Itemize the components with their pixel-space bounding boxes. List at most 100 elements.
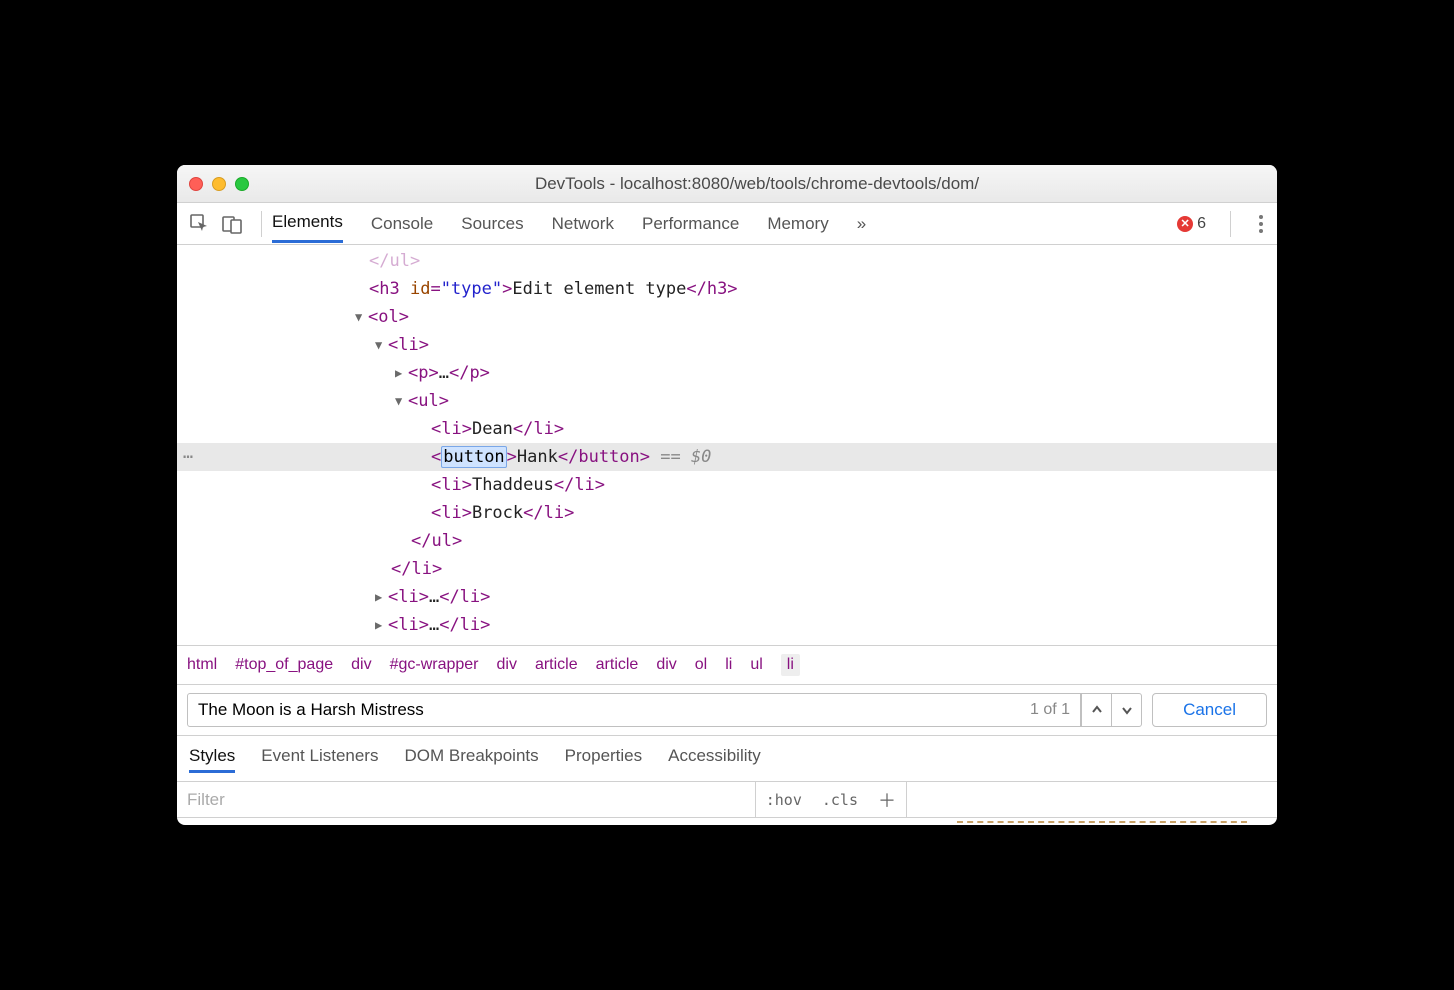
dom-text: Brock xyxy=(472,503,523,523)
dom-li-open[interactable]: <li> xyxy=(388,335,429,355)
subtab-styles[interactable]: Styles xyxy=(189,746,235,773)
breadcrumb-trail: html #top_of_page div #gc-wrapper div ar… xyxy=(177,645,1277,684)
dom-li-close: </li> xyxy=(439,615,490,635)
selected-node-indicator: == $0 xyxy=(650,447,711,467)
dom-text: Thaddeus xyxy=(472,475,554,495)
dom-closing-ul: </ul> xyxy=(369,251,420,271)
dom-li-open[interactable]: <li> xyxy=(431,419,472,439)
dom-ul-open[interactable]: <ul> xyxy=(408,391,449,411)
dom-h3-open[interactable]: <h3 xyxy=(369,279,410,299)
tab-performance[interactable]: Performance xyxy=(642,206,739,242)
styles-filter-input[interactable] xyxy=(177,782,755,817)
dom-selected-row[interactable]: ⋯<button>Hank</button> == $0 xyxy=(177,443,1277,471)
settings-menu-icon[interactable] xyxy=(1255,211,1267,237)
dom-li-close: </li> xyxy=(523,503,574,523)
breadcrumb-item[interactable]: div xyxy=(497,656,517,674)
toolbar-separator xyxy=(261,211,262,237)
tabs-overflow-icon[interactable]: » xyxy=(857,206,866,242)
expand-toggle-icon[interactable]: ▼ xyxy=(375,331,386,359)
expand-toggle-icon[interactable]: ▼ xyxy=(395,387,406,415)
breadcrumb-item[interactable]: #top_of_page xyxy=(235,656,333,674)
dom-li-open[interactable]: <li> xyxy=(388,587,429,607)
tab-console[interactable]: Console xyxy=(371,206,433,242)
search-match-count: 1 of 1 xyxy=(1020,694,1081,726)
breadcrumb-item[interactable]: html xyxy=(187,656,217,674)
search-prev-icon[interactable] xyxy=(1081,694,1111,726)
expand-toggle-icon[interactable]: ▶ xyxy=(375,583,386,611)
dom-text: Edit element type xyxy=(512,279,686,299)
dom-attr-val: "type" xyxy=(441,279,502,299)
error-icon: ✕ xyxy=(1177,216,1193,232)
sidebar-tabs: Styles Event Listeners DOM Breakpoints P… xyxy=(177,735,1277,781)
panel-tabs: Elements Console Sources Network Perform… xyxy=(272,204,866,243)
dom-li-open[interactable]: <li> xyxy=(431,503,472,523)
tab-elements[interactable]: Elements xyxy=(272,204,343,243)
dom-gt: > xyxy=(502,279,512,299)
expand-toggle-icon[interactable]: ▶ xyxy=(395,359,406,387)
dom-gt: > xyxy=(507,447,517,467)
breadcrumb-item[interactable]: ul xyxy=(750,656,762,674)
search-box: 1 of 1 xyxy=(187,693,1142,727)
dom-li-close[interactable]: </li> xyxy=(391,559,442,579)
dom-attr-name: id xyxy=(410,279,430,299)
subtab-event-listeners[interactable]: Event Listeners xyxy=(261,746,378,773)
cancel-button[interactable]: Cancel xyxy=(1152,693,1267,727)
minimize-window-button[interactable] xyxy=(212,177,226,191)
toggle-classes-button[interactable]: .cls xyxy=(812,791,868,809)
dom-ellipsis: … xyxy=(429,615,439,635)
tab-memory[interactable]: Memory xyxy=(767,206,828,242)
new-style-rule-icon[interactable]: ＋ xyxy=(868,787,906,813)
expand-toggle-icon[interactable]: ▼ xyxy=(355,303,366,331)
subtab-properties[interactable]: Properties xyxy=(565,746,642,773)
dom-lt: < xyxy=(431,447,441,467)
dom-li-close: </li> xyxy=(513,419,564,439)
row-actions-icon[interactable]: ⋯ xyxy=(183,443,193,471)
tab-sources[interactable]: Sources xyxy=(461,206,523,242)
dom-ellipsis: … xyxy=(439,363,449,383)
device-toolbar-icon[interactable] xyxy=(219,211,245,237)
dom-ellipsis: … xyxy=(429,587,439,607)
subtab-accessibility[interactable]: Accessibility xyxy=(668,746,761,773)
subtab-dom-breakpoints[interactable]: DOM Breakpoints xyxy=(404,746,538,773)
inspect-element-icon[interactable] xyxy=(187,211,213,237)
breadcrumb-item[interactable]: article xyxy=(535,656,578,674)
tag-name-edit-input[interactable]: button xyxy=(441,446,506,468)
toolbar-separator xyxy=(1230,211,1231,237)
breadcrumb-item[interactable]: li xyxy=(725,656,732,674)
dom-li-open[interactable]: <li> xyxy=(431,475,472,495)
toggle-hover-button[interactable]: :hov xyxy=(756,791,812,809)
expand-toggle-icon[interactable]: ▶ xyxy=(375,611,386,639)
titlebar: DevTools - localhost:8080/web/tools/chro… xyxy=(177,165,1277,203)
breadcrumb-item[interactable]: article xyxy=(596,656,639,674)
breadcrumb-item-current[interactable]: li xyxy=(781,654,800,676)
breadcrumb-item[interactable]: ol xyxy=(695,656,707,674)
dom-ul-close[interactable]: </ul> xyxy=(411,531,462,551)
dom-button-close: </button> xyxy=(558,447,650,467)
devtools-window: DevTools - localhost:8080/web/tools/chro… xyxy=(177,165,1277,825)
error-count-badge[interactable]: ✕ 6 xyxy=(1177,215,1206,233)
elements-dom-tree[interactable]: </ul> <h3 id="type">Edit element type</h… xyxy=(177,245,1277,645)
breadcrumb-item[interactable]: div xyxy=(351,656,371,674)
dom-p-open[interactable]: <p> xyxy=(408,363,439,383)
styles-toolbar: :hov .cls ＋ xyxy=(177,781,1277,817)
breadcrumb-item[interactable]: #gc-wrapper xyxy=(390,656,479,674)
search-input[interactable] xyxy=(188,700,1020,720)
styles-body xyxy=(177,817,1277,825)
main-toolbar: Elements Console Sources Network Perform… xyxy=(177,203,1277,245)
dom-ol-open[interactable]: <ol> xyxy=(368,307,409,327)
box-model-hint xyxy=(957,821,1247,825)
search-next-icon[interactable] xyxy=(1111,694,1141,726)
dom-p-close: </p> xyxy=(449,363,490,383)
computed-panel-placeholder xyxy=(907,782,1277,817)
dom-text: Dean xyxy=(472,419,513,439)
dom-li-close: </li> xyxy=(439,587,490,607)
error-count: 6 xyxy=(1197,215,1206,233)
zoom-window-button[interactable] xyxy=(235,177,249,191)
traffic-lights xyxy=(189,177,249,191)
dom-li-open[interactable]: <li> xyxy=(388,615,429,635)
tab-network[interactable]: Network xyxy=(552,206,614,242)
close-window-button[interactable] xyxy=(189,177,203,191)
breadcrumb-item[interactable]: div xyxy=(656,656,676,674)
dom-h3-close: </h3> xyxy=(686,279,737,299)
window-title: DevTools - localhost:8080/web/tools/chro… xyxy=(249,174,1265,194)
